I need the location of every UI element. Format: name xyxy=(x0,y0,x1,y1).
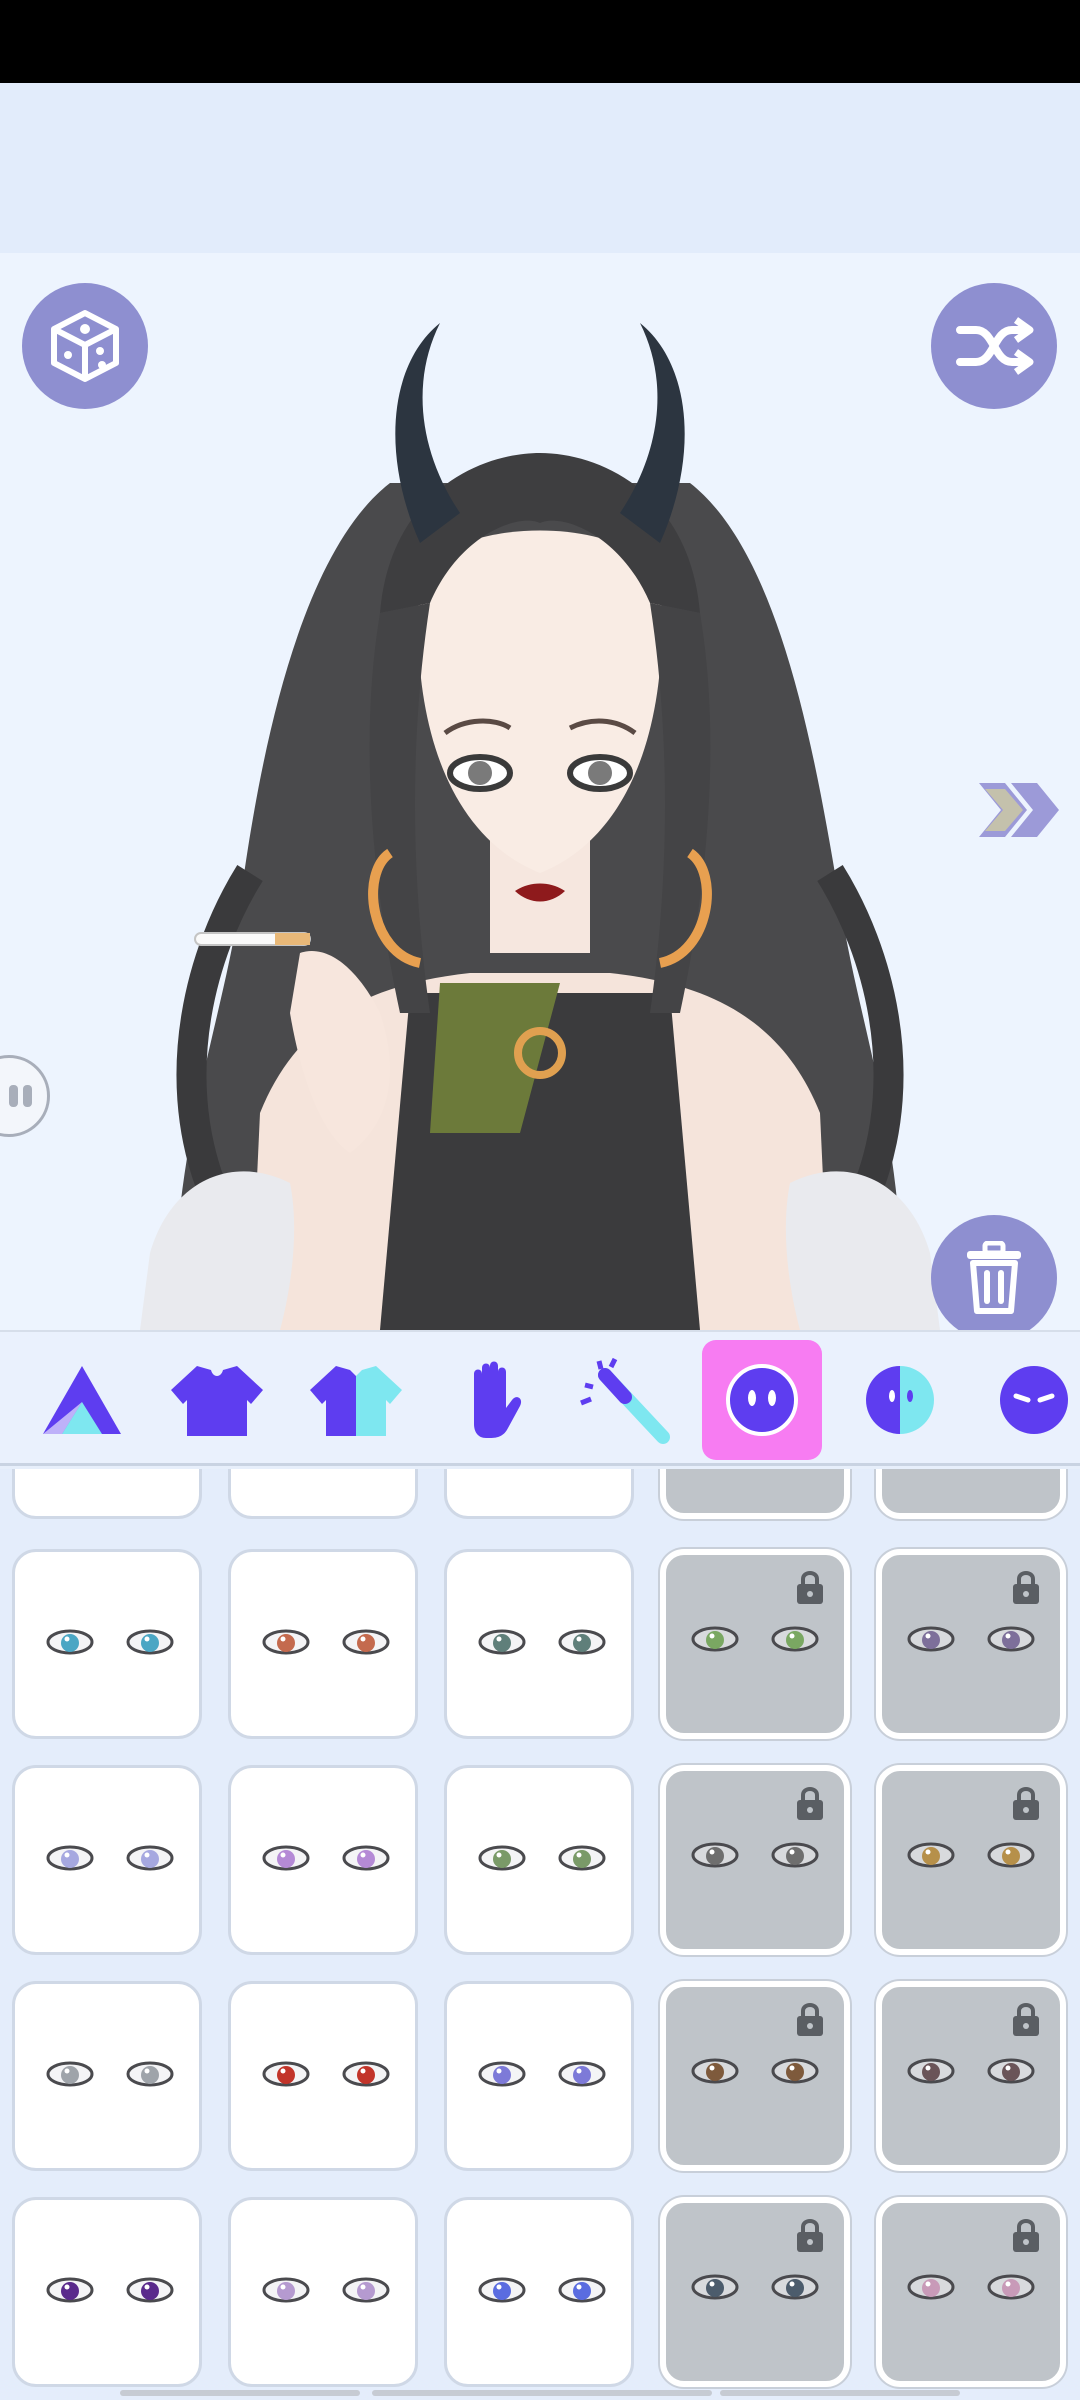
eye-pair-preview xyxy=(691,1626,819,1652)
eye-options-grid xyxy=(0,1469,1080,2400)
top-banner xyxy=(0,83,1080,253)
face-eyes-icon xyxy=(726,1364,798,1436)
eye-option-tile-locked[interactable] xyxy=(876,1469,1066,1519)
eye-option-tile[interactable] xyxy=(228,1981,418,2171)
eye-pair-preview xyxy=(46,1845,174,1871)
eye-option-tile-locked[interactable] xyxy=(660,1981,850,2171)
lock-icon xyxy=(797,1571,823,1604)
eye-pair-preview xyxy=(262,2061,390,2087)
eye-option-tile[interactable] xyxy=(228,1549,418,1739)
tab-brows[interactable] xyxy=(974,1340,1080,1460)
eye-pair-preview xyxy=(478,2061,606,2087)
eye-option-tile-locked[interactable] xyxy=(876,2197,1066,2387)
character-preview xyxy=(140,323,940,1330)
shuffle-icon xyxy=(956,317,1034,375)
eye-option-tile[interactable] xyxy=(12,2197,202,2387)
face-brows-icon xyxy=(1000,1366,1068,1434)
eye-option-tile[interactable] xyxy=(444,1469,634,1519)
hand-icon xyxy=(474,1361,522,1438)
tab-dresses[interactable] xyxy=(296,1340,416,1460)
eye-pair-preview xyxy=(691,2274,819,2300)
tab-tops[interactable] xyxy=(157,1340,277,1460)
lock-icon xyxy=(1013,2219,1039,2252)
eye-pair-preview xyxy=(691,1842,819,1868)
sweater-icon xyxy=(171,1366,263,1436)
eye-pair-preview xyxy=(46,2061,174,2087)
eye-option-tile[interactable] xyxy=(444,1765,634,1955)
eye-option-tile[interactable] xyxy=(444,1981,634,2171)
character-stage xyxy=(0,253,1080,1330)
lock-icon xyxy=(797,2219,823,2252)
pause-icon xyxy=(9,1085,32,1107)
lock-icon xyxy=(1013,1571,1039,1604)
eye-option-tile-locked[interactable] xyxy=(876,1549,1066,1739)
shuffle-button[interactable] xyxy=(931,283,1057,409)
eye-option-tile[interactable] xyxy=(444,1549,634,1739)
double-chevron-right-icon xyxy=(979,783,1059,837)
delete-button[interactable] xyxy=(931,1215,1057,1330)
next-page-button[interactable] xyxy=(975,775,1065,845)
eye-pair-preview xyxy=(478,1629,606,1655)
eye-option-tile-locked[interactable] xyxy=(876,1981,1066,2171)
eye-pair-preview xyxy=(907,2058,1035,2084)
scroll-indicator xyxy=(120,2390,360,2396)
eye-option-tile-locked[interactable] xyxy=(876,1765,1066,1955)
eye-pair-preview xyxy=(907,1626,1035,1652)
lock-icon xyxy=(797,1787,823,1820)
tab-hands[interactable] xyxy=(433,1340,553,1460)
shapes-icon xyxy=(43,1366,121,1434)
eye-pair-preview xyxy=(691,2058,819,2084)
eye-option-tile[interactable] xyxy=(12,1469,202,1519)
eye-pair-preview xyxy=(478,2277,606,2303)
two-tone-sweater-icon xyxy=(310,1366,402,1436)
eye-option-tile[interactable] xyxy=(444,2197,634,2387)
category-tab-bar xyxy=(0,1330,1080,1466)
tab-face-shape[interactable] xyxy=(840,1340,960,1460)
tab-shapes[interactable] xyxy=(22,1340,142,1460)
eye-option-tile[interactable] xyxy=(12,1981,202,2171)
eye-option-tile-locked[interactable] xyxy=(660,2197,850,2387)
eye-pair-preview xyxy=(907,1842,1035,1868)
eye-option-tile[interactable] xyxy=(12,1549,202,1739)
eye-option-tile-locked[interactable] xyxy=(660,1765,850,1955)
eye-pair-preview xyxy=(907,2274,1035,2300)
dice-icon xyxy=(51,310,119,382)
status-bar xyxy=(0,0,1080,83)
eye-option-tile[interactable] xyxy=(228,1469,418,1519)
magic-wand-icon xyxy=(580,1357,670,1444)
eye-option-tile[interactable] xyxy=(12,1765,202,1955)
tab-accessories[interactable] xyxy=(565,1340,685,1460)
eye-pair-preview xyxy=(262,1629,390,1655)
lock-icon xyxy=(797,2003,823,2036)
eye-option-tile-locked[interactable] xyxy=(660,1549,850,1739)
eye-option-tile[interactable] xyxy=(228,2197,418,2387)
scroll-indicator xyxy=(720,2390,960,2396)
trash-icon xyxy=(967,1241,1021,1314)
eye-option-tile[interactable] xyxy=(228,1765,418,1955)
lock-icon xyxy=(1013,2003,1039,2036)
eye-pair-preview xyxy=(478,1845,606,1871)
scroll-indicator xyxy=(372,2390,712,2396)
eye-pair-preview xyxy=(46,1629,174,1655)
eye-pair-preview xyxy=(262,2277,390,2303)
lock-icon xyxy=(1013,1787,1039,1820)
eye-pair-preview xyxy=(46,2277,174,2303)
randomize-dice-button[interactable] xyxy=(22,283,148,409)
tab-eyes[interactable] xyxy=(702,1340,822,1460)
eye-pair-preview xyxy=(262,1845,390,1871)
eye-option-tile-locked[interactable] xyxy=(660,1469,850,1519)
half-face-icon xyxy=(866,1366,934,1434)
